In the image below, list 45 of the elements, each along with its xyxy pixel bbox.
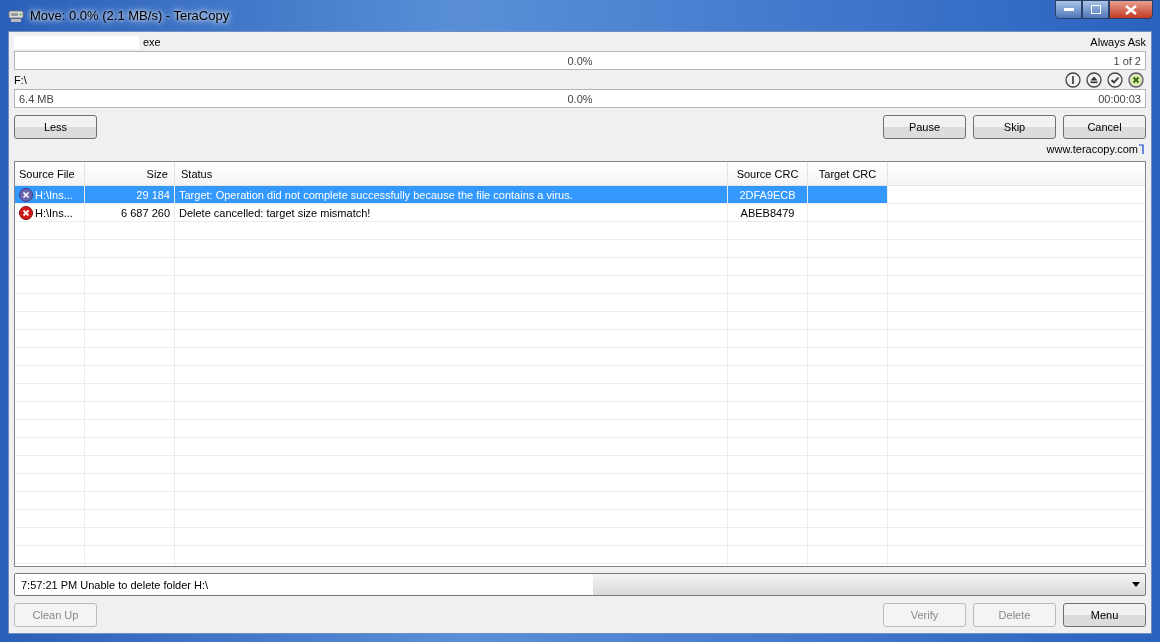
close-icon <box>1125 4 1137 15</box>
column-header[interactable]: Source File <box>15 162 85 185</box>
file-size: 6.4 MB <box>19 92 54 105</box>
log-message: 7:57:21 PM Unable to delete folder H:\ <box>15 574 593 595</box>
skipped-icon <box>19 187 33 202</box>
window-title: Move: 0.0% (2.1 MB/s) - TeraCopy <box>30 8 230 23</box>
table-cell: 2DFA9ECB <box>728 186 808 203</box>
drive-icon <box>8 7 24 24</box>
progress-percent: 0.0% <box>567 54 593 67</box>
column-header[interactable]: Target CRC <box>808 162 888 185</box>
action-button[interactable]: Cancel <box>1063 115 1146 139</box>
maximize-button[interactable] <box>1082 0 1109 19</box>
file-count: 1 of 2 <box>1113 54 1141 67</box>
eject-icon[interactable] <box>1086 72 1102 88</box>
table-cell: ABEB8479 <box>728 204 808 221</box>
column-header[interactable]: Size <box>85 162 175 185</box>
target-path: F:\ <box>14 74 27 86</box>
close-circle-icon[interactable] <box>1128 72 1144 88</box>
website-link[interactable]: www.teracopy.com <box>1046 143 1138 155</box>
table-cell: 6 687 260 <box>85 204 175 221</box>
dropdown-arrow-icon <box>1132 582 1140 587</box>
file-name: exe <box>143 36 161 48</box>
elapsed-time: 00:00:03 <box>1098 92 1141 105</box>
table-cell: 29 184 <box>85 186 175 203</box>
table-cell: Delete cancelled: target size mismatch! <box>175 204 728 221</box>
column-header[interactable]: Status <box>175 162 728 185</box>
action-button[interactable]: Skip <box>973 115 1056 139</box>
action-button[interactable]: Pause <box>883 115 966 139</box>
table-cell: Target: Operation did not complete successfully because the file contains a virus. <box>175 186 728 203</box>
close-button[interactable] <box>1109 0 1153 19</box>
action-button[interactable]: Menu <box>1063 603 1146 627</box>
table-cell: H:\Ins... <box>35 206 73 219</box>
error-icon <box>19 205 33 220</box>
info-icon[interactable] <box>1065 72 1081 88</box>
column-header[interactable]: Source CRC <box>728 162 808 185</box>
minimize-icon <box>1063 7 1074 12</box>
table-cell: H:\Ins... <box>35 188 73 201</box>
progress-percent: 0.0% <box>567 92 593 105</box>
overwrite-mode-link[interactable]: Always Ask <box>1090 36 1146 48</box>
less-button[interactable]: Less <box>14 115 97 139</box>
maximize-icon <box>1090 5 1101 14</box>
log-dropdown[interactable]: 7:57:21 PM Unable to delete folder H:\ <box>14 573 1146 596</box>
minimize-button[interactable] <box>1055 0 1082 19</box>
table-row[interactable]: H:\Ins... 6 687 260 Delete cancelled: target size mismatch! ABEB8479 <box>15 204 1145 222</box>
check-icon[interactable] <box>1107 72 1123 88</box>
